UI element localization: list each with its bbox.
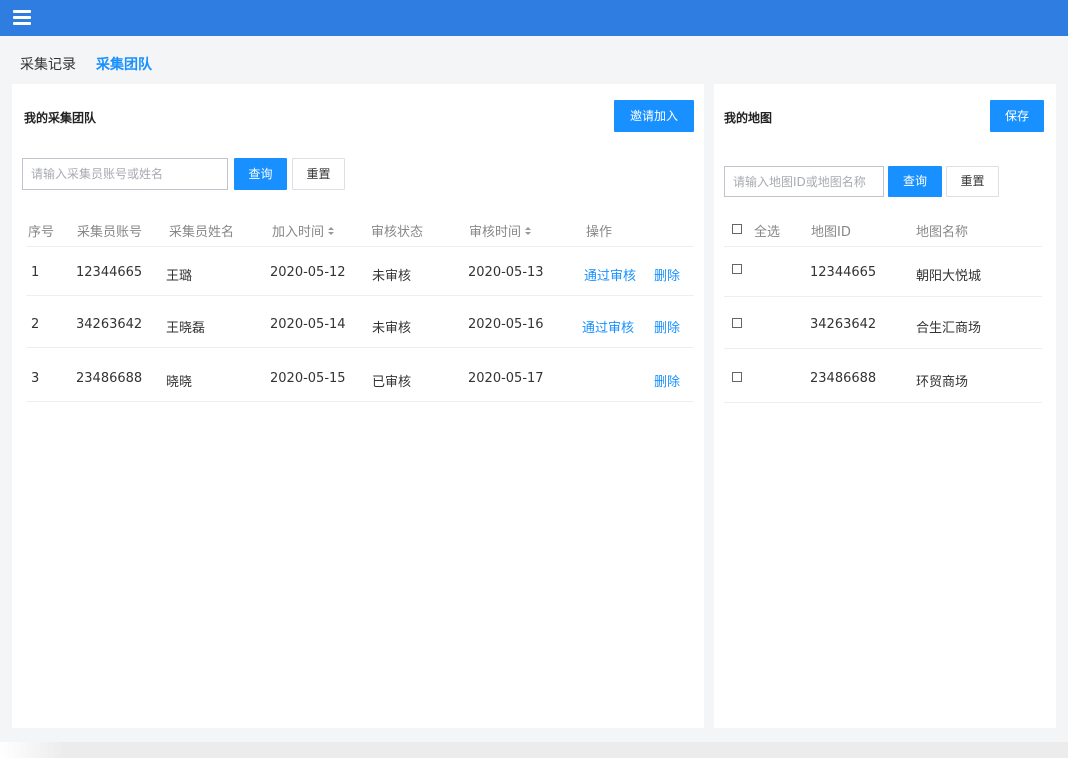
cell-index: 2 (31, 317, 40, 332)
cell-review-date: 2020-05-16 (468, 317, 544, 332)
team-panel-title: 我的采集团队 (24, 111, 97, 125)
row-divider (724, 402, 1042, 403)
cell-status: 已审核 (372, 375, 412, 390)
cell-review-date: 2020-05-17 (468, 371, 544, 386)
collector-search-input[interactable] (22, 158, 228, 190)
cell-index: 3 (31, 371, 40, 386)
cell-account: 12344665 (76, 265, 143, 280)
cell-account: 34263642 (76, 317, 143, 332)
team-panel: 我的采集团队 邀请加入 查询 重置 序号 采集员账号 采集员姓名 加入时间 审核… (12, 84, 704, 728)
table-divider (26, 246, 694, 247)
delete-link[interactable]: 删除 (654, 371, 680, 390)
cell-map-id: 23486688 (810, 371, 877, 386)
column-header-name: 采集员姓名 (169, 225, 235, 240)
select-all-checkbox[interactable] (732, 224, 742, 234)
row-divider (26, 401, 694, 402)
cell-status: 未审核 (372, 321, 412, 336)
hamburger-menu-icon[interactable] (13, 9, 31, 27)
cell-map-name: 朝阳大悦城 (916, 269, 982, 284)
cell-name: 晓晓 (166, 375, 193, 390)
map-panel-title: 我的地图 (724, 111, 773, 125)
delete-link[interactable]: 删除 (654, 317, 680, 336)
row-divider (724, 348, 1042, 349)
sort-icon[interactable] (525, 227, 532, 236)
column-header-actions: 操作 (586, 225, 613, 240)
approve-link[interactable]: 通过审核 (584, 265, 636, 284)
team-reset-button[interactable]: 重置 (292, 158, 345, 190)
cell-join-date: 2020-05-14 (270, 317, 346, 332)
tab-collection-records[interactable]: 采集记录 (20, 54, 76, 74)
cell-name: 王晓磊 (166, 321, 206, 336)
column-header-account: 采集员账号 (77, 225, 143, 240)
column-header-map-id: 地图ID (811, 225, 851, 240)
column-header-join-date[interactable]: 加入时间 (272, 221, 335, 240)
row-checkbox[interactable] (732, 318, 742, 328)
invite-button[interactable]: 邀请加入 (614, 100, 694, 132)
cell-name: 王璐 (166, 269, 193, 284)
column-header-review-date[interactable]: 审核时间 (469, 221, 532, 240)
review-date-header-label: 审核时间 (469, 225, 522, 240)
map-search-input[interactable] (724, 166, 884, 197)
row-divider (26, 347, 694, 348)
column-header-index: 序号 (28, 225, 55, 240)
map-query-button[interactable]: 查询 (888, 166, 942, 197)
map-panel: 我的地图 保存 查询 重置 全选 地图ID 地图名称 12344665 朝阳大悦… (714, 84, 1056, 728)
row-checkbox[interactable] (732, 372, 742, 382)
bottom-scroll-shade (0, 742, 1068, 758)
approve-link[interactable]: 通过审核 (582, 317, 634, 336)
top-bar (0, 0, 1068, 36)
row-checkbox[interactable] (732, 264, 742, 274)
cell-account: 23486688 (76, 371, 143, 386)
cell-index: 1 (31, 265, 40, 280)
delete-link[interactable]: 删除 (654, 265, 680, 284)
row-divider (26, 295, 694, 296)
team-query-button[interactable]: 查询 (234, 158, 287, 190)
select-all-label: 全选 (754, 225, 781, 240)
cell-status: 未审核 (372, 269, 412, 284)
cell-map-id: 34263642 (810, 317, 877, 332)
cell-review-date: 2020-05-13 (468, 265, 544, 280)
cell-map-name: 环贸商场 (916, 375, 969, 390)
column-header-map-name: 地图名称 (916, 225, 969, 240)
map-reset-button[interactable]: 重置 (946, 166, 999, 197)
table-divider (724, 246, 1042, 247)
cell-join-date: 2020-05-15 (270, 371, 346, 386)
cell-map-name: 合生汇商场 (916, 321, 982, 336)
sort-icon[interactable] (328, 227, 335, 236)
cell-map-id: 12344665 (810, 265, 877, 280)
save-button[interactable]: 保存 (990, 100, 1044, 132)
cell-join-date: 2020-05-12 (270, 265, 346, 280)
row-divider (724, 296, 1042, 297)
tab-collection-team[interactable]: 采集团队 (96, 54, 152, 74)
column-header-status: 审核状态 (371, 225, 424, 240)
join-date-header-label: 加入时间 (272, 225, 325, 240)
